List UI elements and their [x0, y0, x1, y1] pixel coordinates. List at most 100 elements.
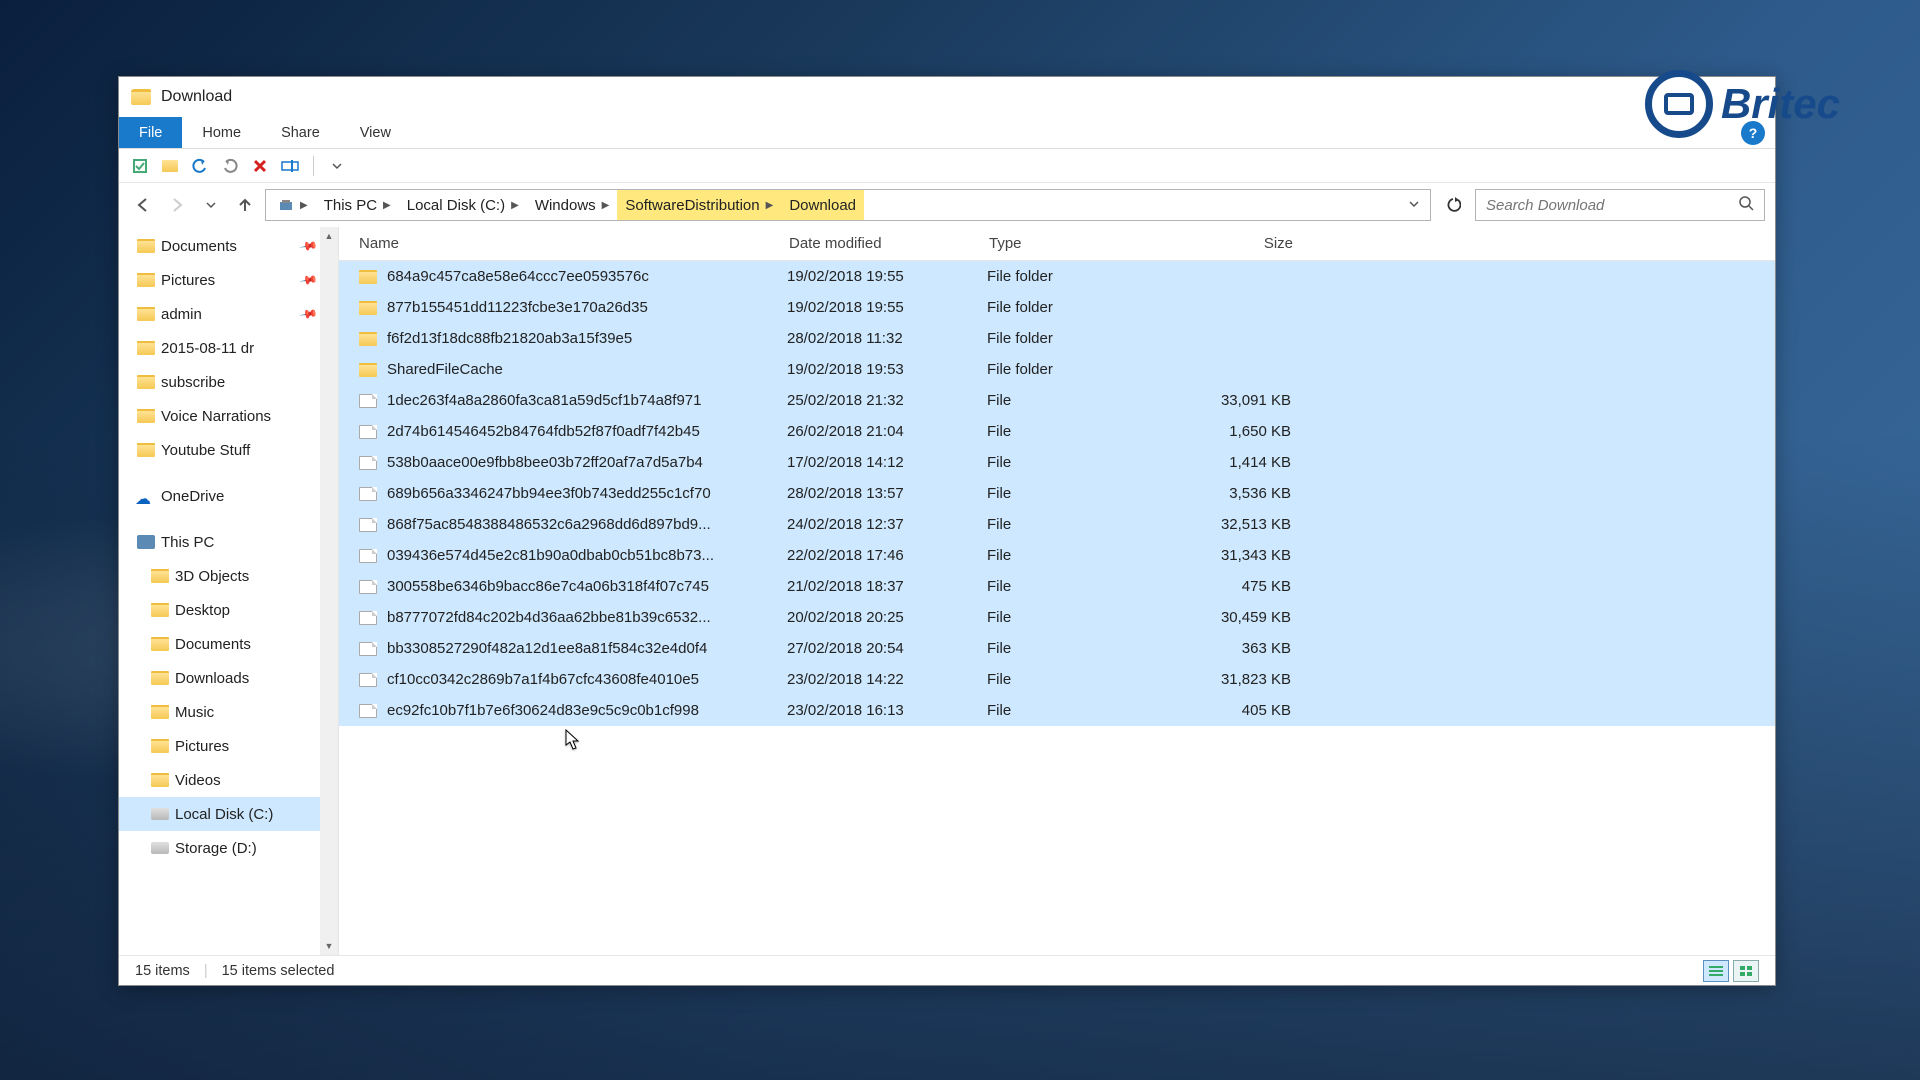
- sidebar-item[interactable]: Documents: [119, 627, 338, 661]
- breadcrumb-item-current[interactable]: Download: [781, 190, 864, 220]
- sidebar-scrollbar[interactable]: ▲ ▼: [320, 227, 338, 955]
- file-size: 3,536 KB: [1177, 485, 1307, 502]
- file-type: File: [987, 423, 1177, 440]
- file-row[interactable]: f6f2d13f18dc88fb21820ab3a15f39e528/02/20…: [339, 323, 1775, 354]
- properties-button[interactable]: [129, 155, 151, 177]
- sidebar-item-label: Local Disk (C:): [175, 806, 273, 823]
- recent-dropdown[interactable]: [197, 191, 225, 219]
- sidebar-item[interactable]: Pictures📌: [119, 263, 338, 297]
- sidebar-item[interactable]: 3D Objects: [119, 559, 338, 593]
- status-bar: 15 items | 15 items selected: [119, 955, 1775, 985]
- titlebar[interactable]: Download: [119, 77, 1775, 117]
- column-name[interactable]: Name: [359, 235, 789, 252]
- file-type: File: [987, 392, 1177, 409]
- search-box[interactable]: [1475, 189, 1765, 221]
- sidebar-item[interactable]: Youtube Stuff: [119, 433, 338, 467]
- delete-button[interactable]: [249, 155, 271, 177]
- sidebar-item[interactable]: admin📌: [119, 297, 338, 331]
- file-row[interactable]: ec92fc10b7f1b7e6f30624d83e9c5c9c0b1cf998…: [339, 695, 1775, 726]
- sidebar-onedrive[interactable]: ☁OneDrive: [119, 479, 338, 513]
- file-row[interactable]: 877b155451dd11223fcbe3e170a26d3519/02/20…: [339, 292, 1775, 323]
- breadcrumb-item[interactable]: Windows▶: [527, 190, 618, 220]
- sidebar-item-label: Documents: [175, 636, 251, 653]
- search-input[interactable]: [1486, 197, 1738, 214]
- breadcrumb-root-icon[interactable]: ▶: [270, 190, 316, 220]
- file-icon: [359, 704, 377, 718]
- folder-icon: [359, 270, 377, 284]
- file-icon: [359, 611, 377, 625]
- navigation-pane: Documents📌Pictures📌admin📌2015-08-11 drsu…: [119, 227, 339, 955]
- file-row[interactable]: bb3308527290f482a12d1ee8a81f584c32e4d0f4…: [339, 633, 1775, 664]
- file-date: 22/02/2018 17:46: [787, 547, 987, 564]
- ribbon-tabs: File Home Share View ?: [119, 117, 1775, 149]
- file-type: File: [987, 547, 1177, 564]
- file-row[interactable]: cf10cc0342c2869b7a1f4b67cfc43608fe4010e5…: [339, 664, 1775, 695]
- breadcrumb-item[interactable]: SoftwareDistribution▶: [617, 190, 781, 220]
- file-row[interactable]: 2d74b614546452b84764fdb52f87f0adf7f42b45…: [339, 416, 1775, 447]
- back-button[interactable]: [129, 191, 157, 219]
- redo-button[interactable]: [219, 155, 241, 177]
- sidebar-item[interactable]: 2015-08-11 dr: [119, 331, 338, 365]
- file-row[interactable]: b8777072fd84c202b4d36aa62bbe81b39c6532..…: [339, 602, 1775, 633]
- undo-button[interactable]: [189, 155, 211, 177]
- sidebar-item[interactable]: Music: [119, 695, 338, 729]
- status-item-count: 15 items: [135, 963, 190, 979]
- file-date: 28/02/2018 11:32: [787, 330, 987, 347]
- address-dropdown[interactable]: [1402, 196, 1426, 214]
- file-name: 684a9c457ca8e58e64ccc7ee0593576c: [387, 268, 787, 285]
- rename-button[interactable]: [279, 155, 301, 177]
- file-date: 26/02/2018 21:04: [787, 423, 987, 440]
- sidebar-item[interactable]: Documents📌: [119, 229, 338, 263]
- scroll-up-icon[interactable]: ▲: [320, 227, 338, 245]
- tab-file[interactable]: File: [119, 117, 182, 148]
- file-row[interactable]: SharedFileCache19/02/2018 19:53File fold…: [339, 354, 1775, 385]
- sidebar-item[interactable]: subscribe: [119, 365, 338, 399]
- sidebar-item[interactable]: Downloads: [119, 661, 338, 695]
- new-folder-button[interactable]: [159, 155, 181, 177]
- sidebar-item[interactable]: Voice Narrations: [119, 399, 338, 433]
- column-type[interactable]: Type: [989, 235, 1179, 252]
- file-type: File folder: [987, 268, 1177, 285]
- file-icon: [359, 425, 377, 439]
- forward-button[interactable]: [163, 191, 191, 219]
- sidebar-this-pc[interactable]: This PC: [119, 525, 338, 559]
- file-name: cf10cc0342c2869b7a1f4b67cfc43608fe4010e5: [387, 671, 787, 688]
- file-type: File: [987, 516, 1177, 533]
- qat-dropdown[interactable]: [326, 155, 348, 177]
- breadcrumb-item[interactable]: This PC▶: [316, 190, 399, 220]
- file-row[interactable]: 684a9c457ca8e58e64ccc7ee0593576c19/02/20…: [339, 261, 1775, 292]
- file-row[interactable]: 868f75ac8548388486532c6a2968dd6d897bd9..…: [339, 509, 1775, 540]
- icons-view-button[interactable]: [1733, 960, 1759, 982]
- file-row[interactable]: 689b656a3346247bb94ee3f0b743edd255c1cf70…: [339, 478, 1775, 509]
- help-icon[interactable]: ?: [1741, 121, 1765, 145]
- tab-share[interactable]: Share: [261, 117, 340, 148]
- file-row[interactable]: 1dec263f4a8a2860fa3ca81a59d5cf1b74a8f971…: [339, 385, 1775, 416]
- file-row[interactable]: 538b0aace00e9fbb8bee03b72ff20af7a7d5a7b4…: [339, 447, 1775, 478]
- address-bar[interactable]: ▶ This PC▶ Local Disk (C:)▶ Windows▶ Sof…: [265, 189, 1431, 221]
- column-size[interactable]: Size: [1179, 235, 1309, 252]
- scroll-down-icon[interactable]: ▼: [320, 937, 338, 955]
- file-row[interactable]: 300558be6346b9bacc86e7c4a06b318f4f07c745…: [339, 571, 1775, 602]
- search-icon[interactable]: [1738, 195, 1754, 216]
- file-size: 475 KB: [1177, 578, 1307, 595]
- sidebar-item[interactable]: Desktop: [119, 593, 338, 627]
- file-icon: [359, 487, 377, 501]
- breadcrumb-item[interactable]: Local Disk (C:)▶: [399, 190, 527, 220]
- sidebar-item[interactable]: Videos: [119, 763, 338, 797]
- sidebar-item[interactable]: Local Disk (C:): [119, 797, 338, 831]
- file-date: 19/02/2018 19:55: [787, 268, 987, 285]
- folder-icon: [151, 569, 169, 583]
- column-date[interactable]: Date modified: [789, 235, 989, 252]
- file-size: 30,459 KB: [1177, 609, 1307, 626]
- refresh-button[interactable]: [1437, 189, 1469, 221]
- up-button[interactable]: [231, 191, 259, 219]
- details-view-button[interactable]: [1703, 960, 1729, 982]
- file-row[interactable]: 039436e574d45e2c81b90a0dbab0cb51bc8b73..…: [339, 540, 1775, 571]
- sidebar-item[interactable]: Pictures: [119, 729, 338, 763]
- tab-home[interactable]: Home: [182, 117, 261, 148]
- folder-icon: [137, 239, 155, 253]
- folder-icon: [137, 341, 155, 355]
- tab-view[interactable]: View: [340, 117, 411, 148]
- pc-icon: [137, 535, 155, 549]
- sidebar-item[interactable]: Storage (D:): [119, 831, 338, 865]
